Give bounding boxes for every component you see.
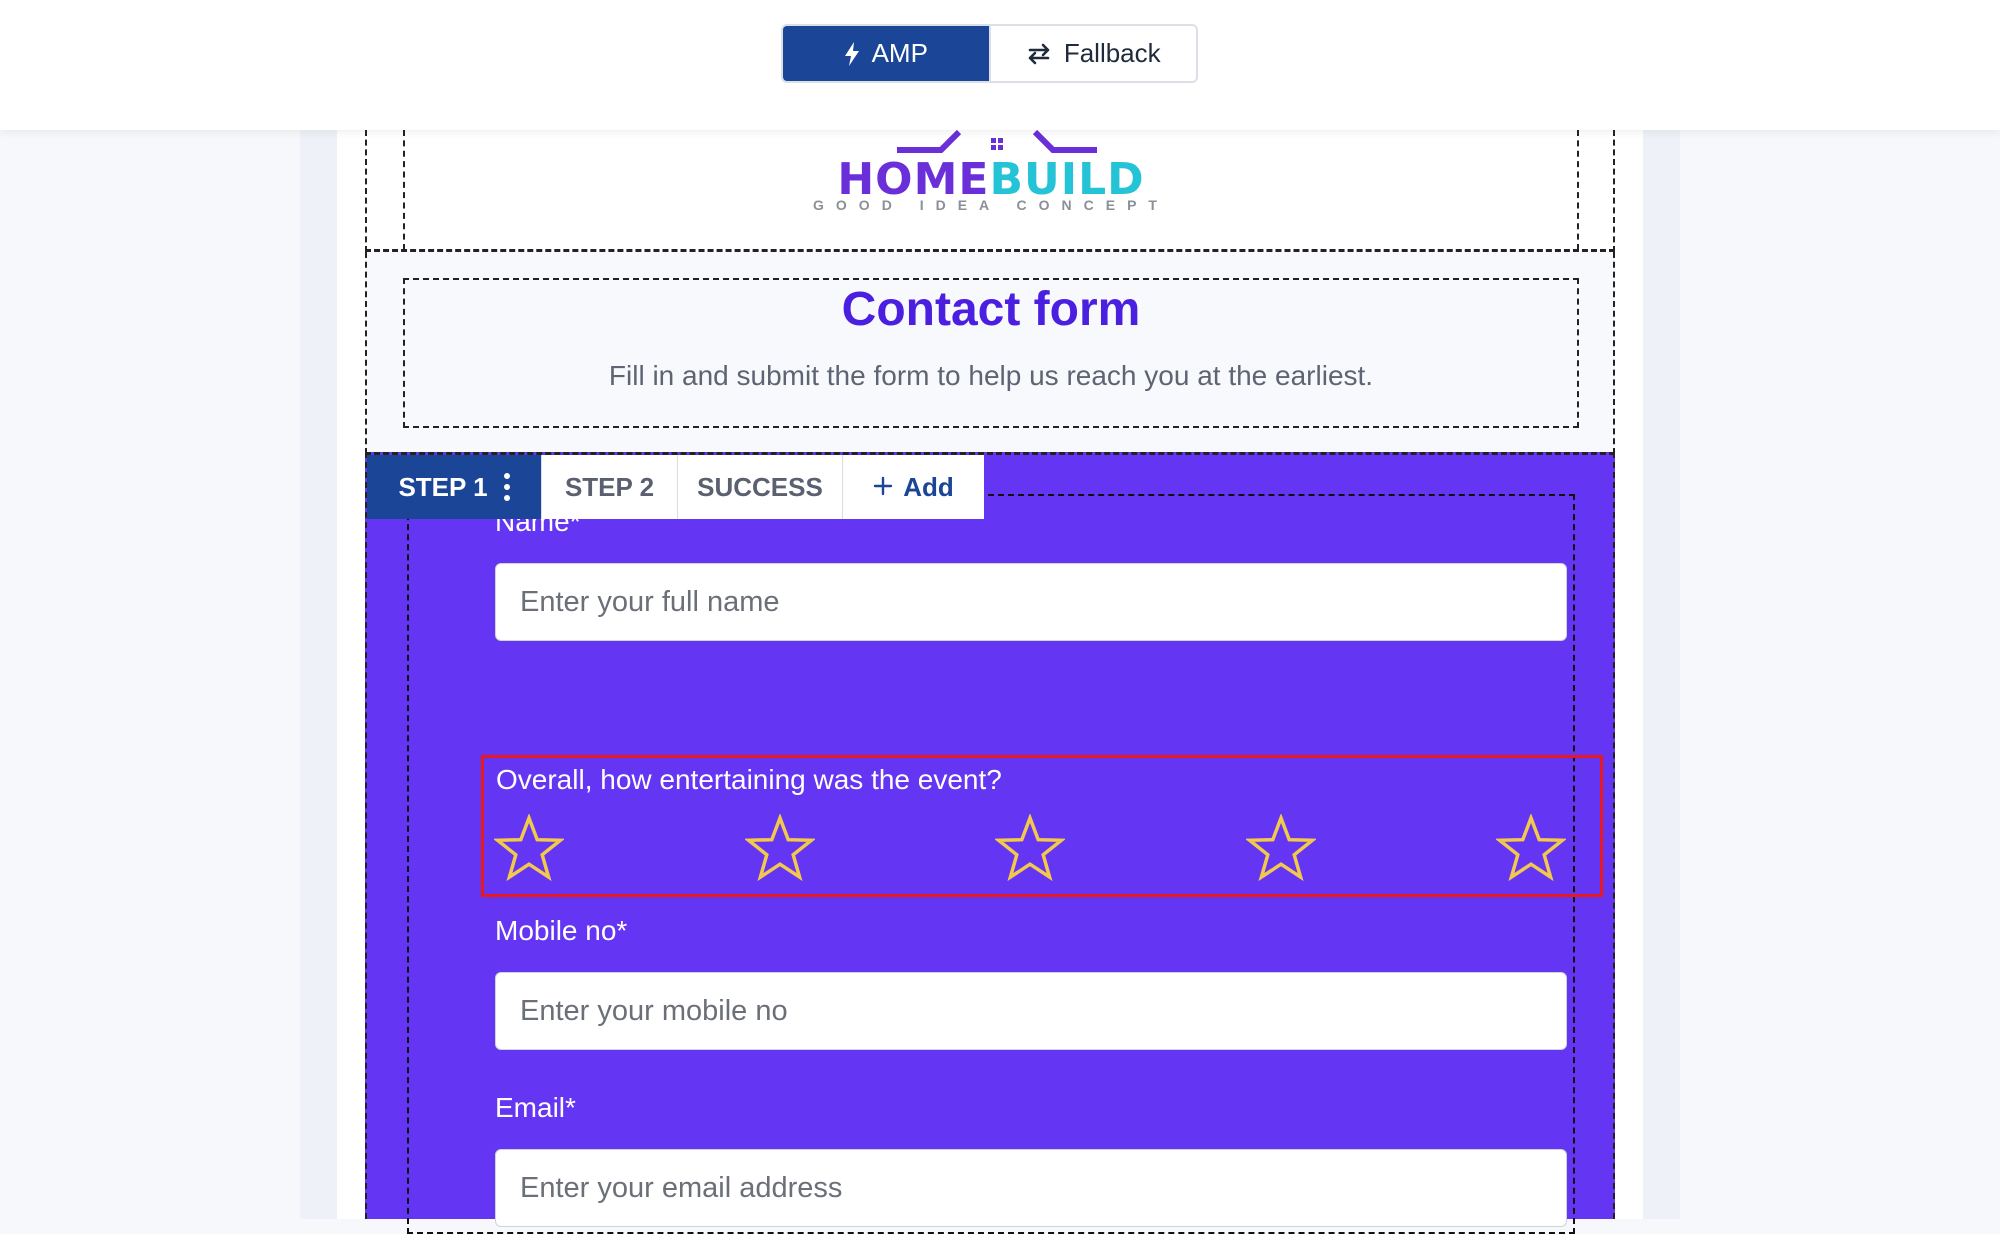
rating-question: Overall, how entertaining was the event?	[496, 764, 1002, 795]
name-input[interactable]	[495, 563, 1567, 641]
form-title: Contact form	[841, 283, 1141, 336]
swap-arrows-icon	[1026, 43, 1052, 65]
form-container[interactable]: Name* Overall, how entertaining was the …	[407, 494, 1603, 1234]
right-gutter	[1643, 130, 1680, 1219]
amp-mode-label: AMP	[871, 38, 928, 68]
kebab-menu-icon[interactable]	[503, 473, 510, 501]
top-toolbar: AMP Fallback	[0, 0, 2000, 130]
plus-icon	[873, 472, 893, 503]
homebuild-logo: HOMEBUILD GOOD IDEA CONCEPT	[405, 130, 1577, 250]
form-step-tabs: STEP 1 STEP 2 SUCCESS Add	[367, 455, 984, 519]
tab-step-2[interactable]: STEP 2	[542, 455, 678, 519]
tab-step-2-label: STEP 2	[564, 471, 655, 502]
rating-field[interactable]: Overall, how entertaining was the event?	[481, 755, 1603, 897]
email-input[interactable]	[495, 1149, 1567, 1227]
logo-container[interactable]: HOMEBUILD GOOD IDEA CONCEPT	[403, 130, 1579, 250]
house-roof-icon	[897, 130, 1097, 153]
fallback-mode-button[interactable]: Fallback	[988, 26, 1196, 81]
view-mode-toggle: AMP Fallback	[781, 24, 1198, 83]
amp-mode-button[interactable]: AMP	[783, 26, 989, 81]
logo-section[interactable]: HOMEBUILD GOOD IDEA CONCEPT	[365, 130, 1615, 252]
add-step-button[interactable]: Add	[843, 455, 984, 519]
fallback-mode-label: Fallback	[1063, 38, 1161, 68]
add-step-label: Add	[903, 471, 954, 502]
email-label: Email*	[495, 1092, 576, 1123]
tab-step-1-label: STEP 1	[398, 471, 488, 502]
star-4-icon[interactable]	[1245, 814, 1316, 884]
tab-step-1[interactable]: STEP 1	[367, 455, 542, 519]
heading-container[interactable]: Contact form Fill in and submit the form…	[403, 278, 1579, 428]
lightning-icon	[844, 41, 860, 66]
star-rating[interactable]	[494, 814, 1566, 886]
mobile-label: Mobile no*	[495, 915, 628, 946]
mobile-input[interactable]	[495, 972, 1567, 1050]
form-section[interactable]: STEP 1 STEP 2 SUCCESS Add Name* Overall,…	[365, 452, 1615, 1234]
left-gutter	[300, 130, 337, 1219]
logo-tagline: GOOD IDEA CONCEPT	[813, 197, 1169, 213]
form-subtitle: Fill in and submit the form to help us r…	[608, 360, 1374, 391]
heading-section[interactable]: Contact form Fill in and submit the form…	[365, 252, 1615, 454]
logo-wordmark: HOMEBUILD	[405, 158, 1577, 202]
star-1-icon[interactable]	[494, 814, 564, 884]
tab-success-label: SUCCESS	[697, 471, 823, 502]
tab-success[interactable]: SUCCESS	[678, 455, 843, 519]
star-5-icon[interactable]	[1496, 814, 1566, 884]
star-2-icon[interactable]	[744, 814, 815, 884]
star-3-icon[interactable]	[995, 814, 1065, 884]
